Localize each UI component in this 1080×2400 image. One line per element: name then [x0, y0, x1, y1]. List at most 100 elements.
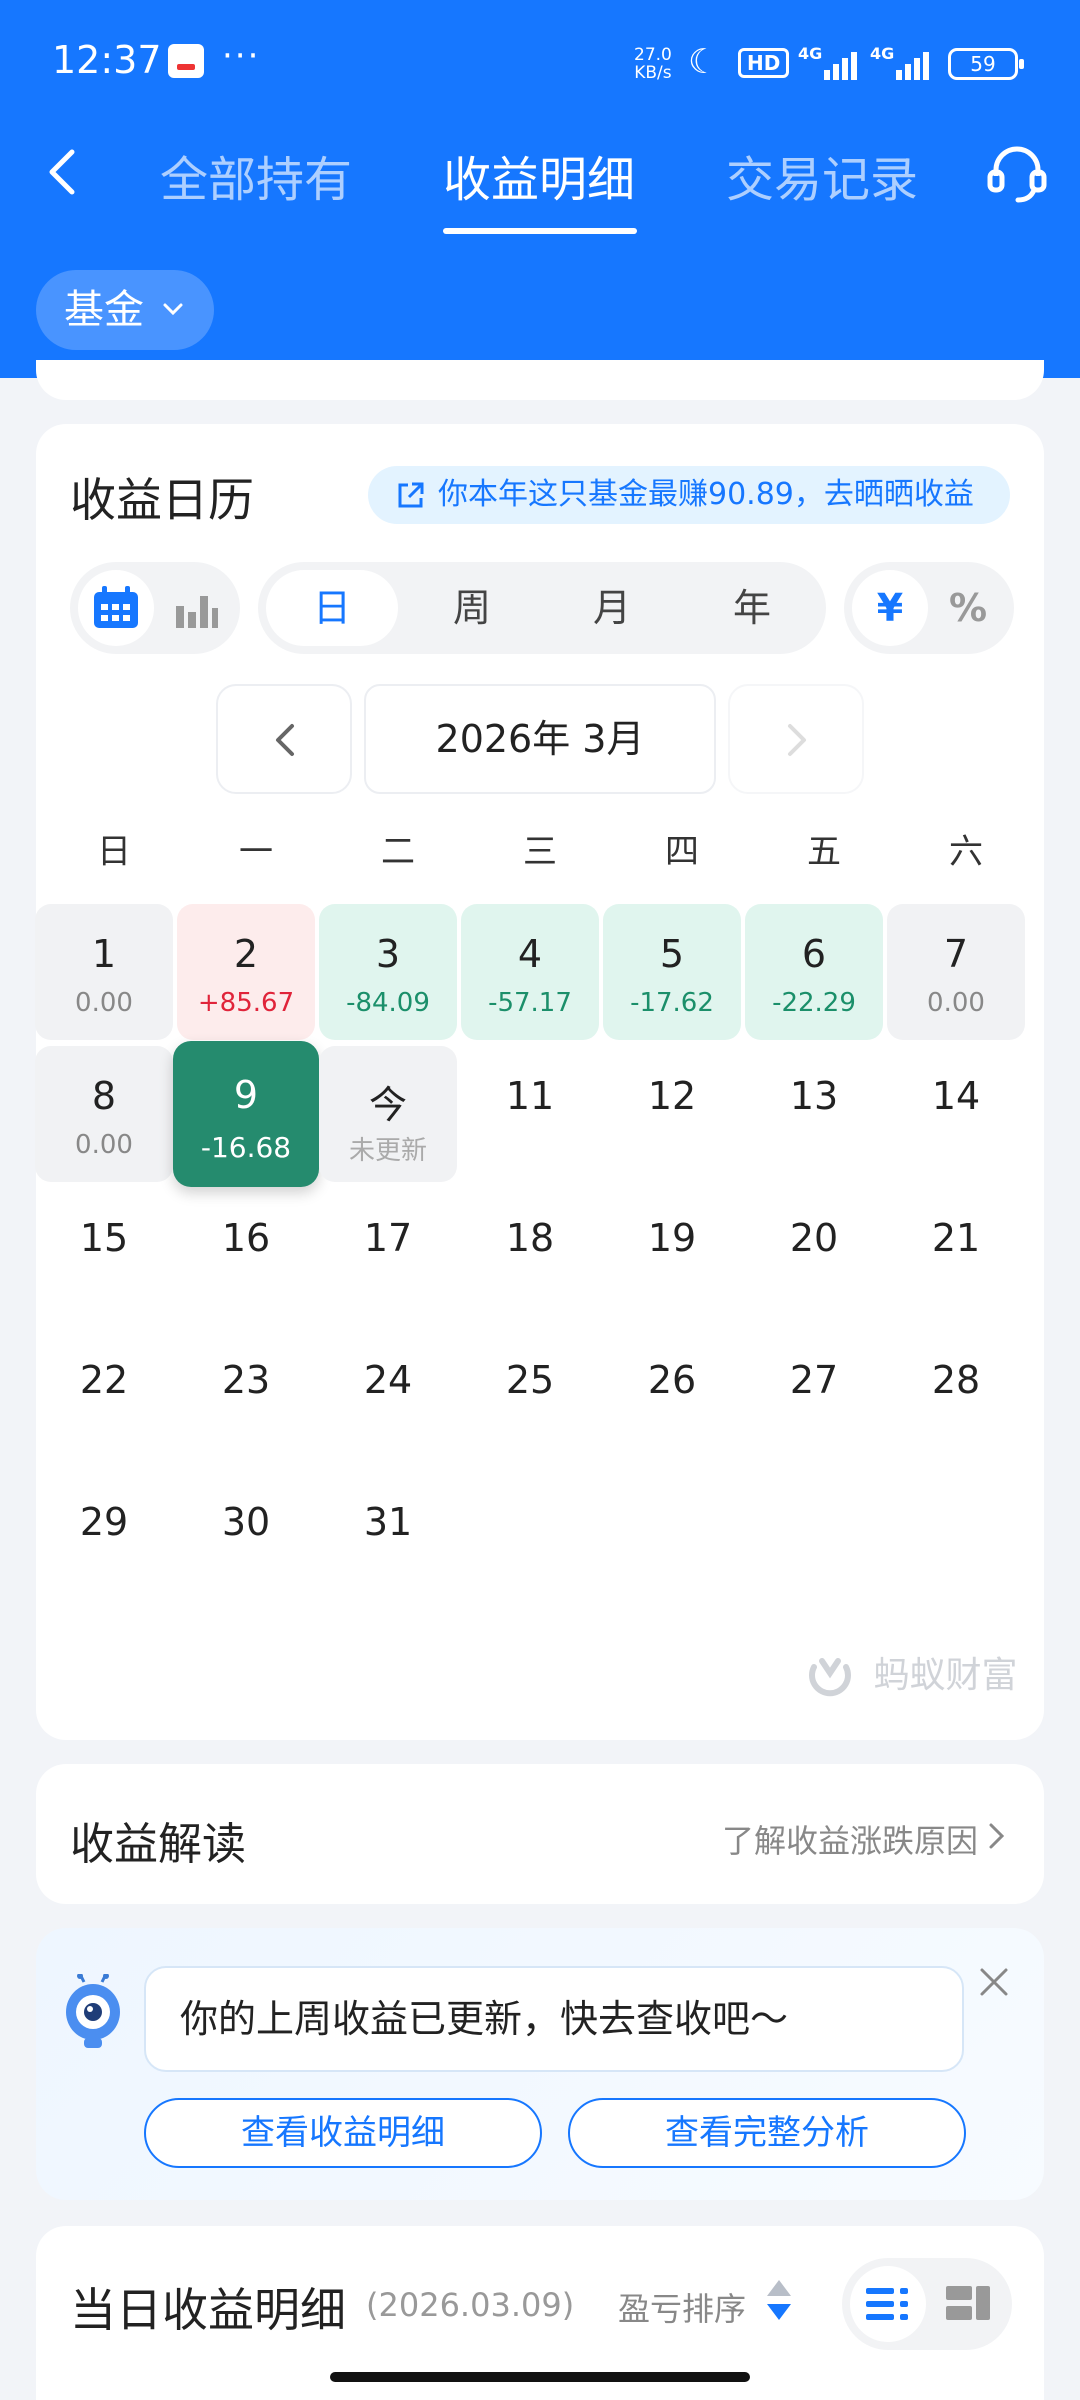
tab-transaction-records[interactable]: 交易记录: [726, 140, 918, 210]
weekday-label: 五: [807, 832, 841, 872]
calendar-day[interactable]: 3 -84.09: [319, 904, 457, 1040]
current-month: 2026年 3月: [364, 684, 716, 794]
calendar-day[interactable]: 26: [603, 1330, 741, 1466]
period-month[interactable]: 月: [546, 562, 678, 654]
calendar-day-earnings: 0.00: [75, 1130, 133, 1160]
signal-network-type: 4G: [798, 44, 823, 63]
calendar-day-number: 4: [517, 932, 543, 976]
share-earnings-text: 你本年这只基金最赚90.89，去晒晒收益: [438, 477, 974, 512]
mascot-icon: [66, 1974, 120, 2048]
period-year[interactable]: 年: [686, 562, 818, 654]
next-month-button[interactable]: [728, 684, 864, 794]
calendar-day[interactable]: 25: [461, 1330, 599, 1466]
calendar-day-number: 12: [647, 1074, 697, 1118]
daily-detail-title: 当日收益明细: [70, 2283, 346, 2337]
prev-month-button[interactable]: [216, 684, 352, 794]
calendar-day[interactable]: 11: [461, 1046, 599, 1182]
fund-filter-dropdown[interactable]: 基金: [36, 270, 214, 350]
calendar-day-number: 16: [221, 1216, 271, 1260]
calendar-day-earnings: -84.09: [346, 988, 430, 1018]
sort-by-pnl[interactable]: 盈亏排序: [618, 2284, 746, 2330]
calendar-day[interactable]: 23: [177, 1330, 315, 1466]
unit-percent[interactable]: %: [930, 562, 1006, 654]
ant-fortune-logo: [809, 1658, 851, 1697]
chevron-left-icon: [276, 724, 294, 756]
calendar-day-earnings: 0.00: [75, 988, 133, 1018]
calendar-day-earnings: -16.68: [200, 1131, 292, 1164]
interpretation-title: 收益解读: [70, 1819, 246, 1870]
weekday-label: 日: [97, 832, 131, 872]
weekday-label: 六: [949, 832, 983, 872]
calendar-day[interactable]: 12: [603, 1046, 741, 1182]
calendar-day[interactable]: 6 -22.29: [745, 904, 883, 1040]
chevron-right-icon: [788, 724, 806, 756]
view-earnings-detail-button[interactable]: 查看收益明细: [144, 2098, 542, 2168]
calendar-day[interactable]: 1 0.00: [35, 904, 173, 1040]
calendar-day-earnings: 未更新: [348, 1136, 427, 1166]
active-tab-indicator: [443, 228, 637, 234]
app-notification-icon: [168, 44, 204, 78]
bar-chart-view-icon[interactable]: [174, 588, 218, 628]
calendar-day-number: 7: [943, 932, 969, 976]
period-week[interactable]: 周: [406, 562, 538, 654]
calendar-day[interactable]: 31: [319, 1472, 457, 1608]
calendar-day[interactable]: 17: [319, 1188, 457, 1324]
calendar-day[interactable]: 21: [887, 1188, 1025, 1324]
calendar-day[interactable]: 2 +85.67: [177, 904, 315, 1040]
close-icon[interactable]: [978, 1966, 1010, 1998]
weekday-label: 三: [523, 832, 557, 872]
unit-toggle: ¥ %: [844, 562, 1014, 654]
period-day[interactable]: 日: [266, 562, 398, 654]
chevron-right-icon: [989, 1823, 1005, 1849]
back-arrow-icon[interactable]: [36, 142, 96, 202]
calendar-day[interactable]: 27: [745, 1330, 883, 1466]
calendar-day[interactable]: 24: [319, 1330, 457, 1466]
calendar-day[interactable]: 4 -57.17: [461, 904, 599, 1040]
unit-yuan[interactable]: ¥: [852, 562, 928, 654]
calendar-day-number: 19: [647, 1216, 697, 1260]
interpretation-link[interactable]: 了解收益涨跌原因: [722, 1816, 978, 1862]
watermark-text: 蚂蚁财富: [873, 1655, 1018, 1696]
calendar-day-number: 25: [505, 1358, 555, 1402]
tab-all-holdings[interactable]: 全部持有: [160, 140, 352, 210]
card-view-icon[interactable]: [946, 2286, 990, 2322]
customer-service-icon[interactable]: [984, 140, 1050, 206]
calendar-day[interactable]: 22: [35, 1330, 173, 1466]
calendar-day-number: 14: [931, 1074, 981, 1118]
calendar-day[interactable]: 13: [745, 1046, 883, 1182]
view-full-analysis-button[interactable]: 查看完整分析: [568, 2098, 966, 2168]
home-indicator[interactable]: [330, 2372, 750, 2382]
period-toggle: 日 周 月 年: [258, 562, 826, 654]
calendar-day[interactable]: 20: [745, 1188, 883, 1324]
calendar-day-number: 3: [375, 932, 401, 976]
calendar-day[interactable]: 30: [177, 1472, 315, 1608]
calendar-day-number: 20: [789, 1216, 839, 1260]
calendar-day[interactable]: 15: [35, 1188, 173, 1324]
earnings-interpretation-card[interactable]: 收益解读 了解收益涨跌原因: [36, 1764, 1044, 1904]
layout-toggle: [842, 2258, 1012, 2350]
share-earnings-banner[interactable]: 你本年这只基金最赚90.89，去晒晒收益: [368, 466, 1010, 524]
daily-detail-date: (2026.03.09): [366, 2286, 575, 2324]
calendar-day[interactable]: 16: [177, 1188, 315, 1324]
calendar-day-number: 30: [221, 1500, 271, 1544]
calendar-day[interactable]: 29: [35, 1472, 173, 1608]
calendar-day-number: 15: [79, 1216, 129, 1260]
calendar-day[interactable]: 19: [603, 1188, 741, 1324]
weekday-label: 二: [381, 832, 415, 872]
calendar-day[interactable]: 14: [887, 1046, 1025, 1182]
app-header: 12:37 ··· 27.0 KB/s ☾ HD 4G 4G 59 全部持有 收…: [0, 0, 1080, 378]
calendar-day[interactable]: 9 -16.68: [173, 1041, 319, 1187]
list-view-icon[interactable]: [866, 2288, 910, 2320]
calendar-day[interactable]: 今未更新: [319, 1046, 457, 1182]
calendar-day[interactable]: 28: [887, 1330, 1025, 1466]
calendar-day[interactable]: 5 -17.62: [603, 904, 741, 1040]
calendar-view-icon[interactable]: [92, 586, 140, 630]
calendar-day-number: 22: [79, 1358, 129, 1402]
calendar-day[interactable]: 8 0.00: [35, 1046, 173, 1182]
calendar-day[interactable]: 7 0.00: [887, 904, 1025, 1040]
calendar-day-number: 24: [363, 1358, 413, 1402]
calendar-day[interactable]: 18: [461, 1188, 599, 1324]
previous-card-bottom: [36, 360, 1044, 400]
sort-icon[interactable]: [764, 2278, 794, 2322]
tab-earnings-detail[interactable]: 收益明细: [443, 140, 635, 210]
